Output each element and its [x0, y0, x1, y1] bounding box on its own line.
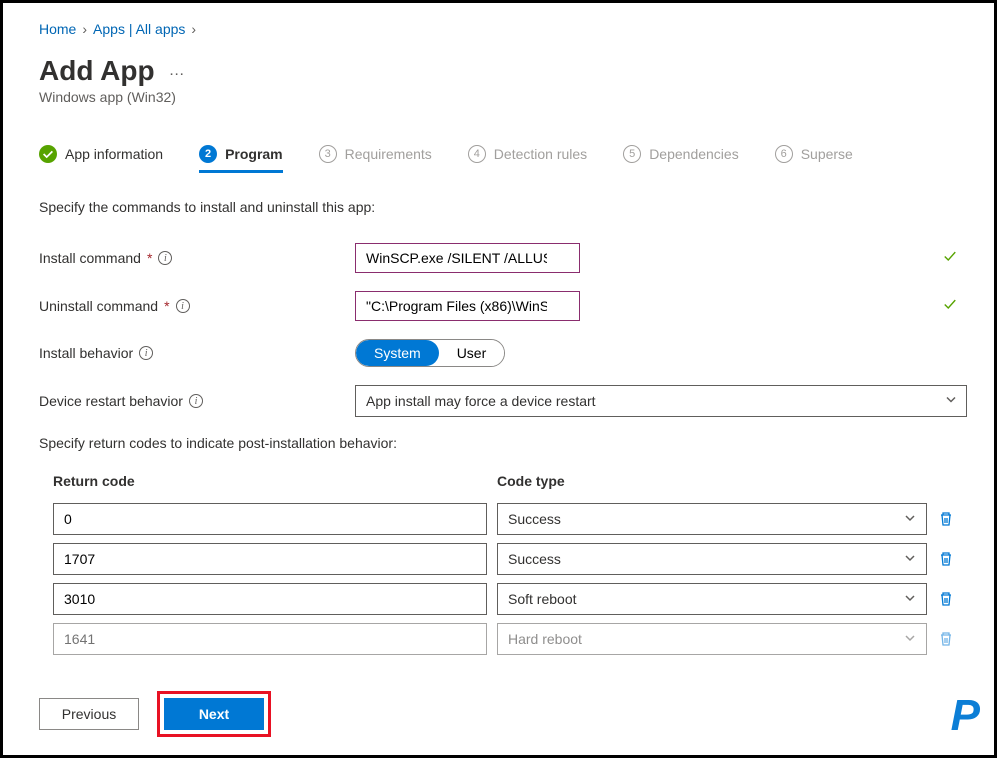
- tab-label: Detection rules: [494, 146, 587, 162]
- info-icon[interactable]: i: [189, 394, 203, 408]
- install-command-label: Install command: [39, 250, 141, 266]
- more-options-icon[interactable]: …: [169, 62, 185, 80]
- return-code-header: Return code: [53, 473, 497, 489]
- step-number-icon: 4: [468, 145, 486, 163]
- checkmark-icon: [943, 250, 957, 267]
- tab-label: App information: [65, 146, 163, 162]
- tab-label: Superse: [801, 146, 853, 162]
- return-code-row: Success: [39, 543, 994, 575]
- tab-label: Program: [225, 146, 283, 162]
- code-type-value: Success: [508, 551, 561, 567]
- uninstall-command-label: Uninstall command: [39, 298, 158, 314]
- code-type-select[interactable]: Success: [497, 503, 927, 535]
- install-command-input[interactable]: [355, 243, 580, 273]
- tab-program[interactable]: 2 Program: [199, 145, 283, 171]
- behavior-system-button[interactable]: System: [356, 340, 439, 366]
- code-type-select[interactable]: Success: [497, 543, 927, 575]
- code-type-value: Hard reboot: [508, 631, 582, 647]
- tab-label: Dependencies: [649, 146, 739, 162]
- return-codes-description: Specify return codes to indicate post-in…: [39, 435, 994, 451]
- breadcrumb-apps[interactable]: Apps | All apps: [93, 21, 185, 37]
- commands-description: Specify the commands to install and unin…: [39, 199, 994, 215]
- restart-behavior-select[interactable]: App install may force a device restart: [355, 385, 967, 417]
- chevron-down-icon: [904, 591, 916, 607]
- return-code-input[interactable]: [53, 503, 487, 535]
- install-behavior-toggle: System User: [355, 339, 505, 367]
- check-circle-icon: [39, 145, 57, 163]
- chevron-down-icon: [904, 511, 916, 527]
- install-behavior-label: Install behavior: [39, 345, 133, 361]
- wizard-footer: Previous Next: [39, 691, 271, 737]
- return-code-row: Soft reboot: [39, 583, 994, 615]
- chevron-down-icon: [904, 551, 916, 567]
- step-number-icon: 5: [623, 145, 641, 163]
- tab-label: Requirements: [345, 146, 432, 162]
- code-type-header: Code type: [497, 473, 565, 489]
- behavior-user-button[interactable]: User: [439, 340, 505, 366]
- tab-detection-rules[interactable]: 4 Detection rules: [468, 145, 587, 171]
- step-number-icon: 3: [319, 145, 337, 163]
- tab-dependencies[interactable]: 5 Dependencies: [623, 145, 739, 171]
- return-code-row: Success: [39, 503, 994, 535]
- tab-app-information[interactable]: App information: [39, 145, 163, 171]
- step-number-icon: 6: [775, 145, 793, 163]
- delete-row-icon[interactable]: [937, 591, 955, 607]
- breadcrumb-home[interactable]: Home: [39, 21, 76, 37]
- uninstall-command-input[interactable]: [355, 291, 580, 321]
- breadcrumb: Home › Apps | All apps ›: [39, 21, 994, 37]
- info-icon[interactable]: i: [139, 346, 153, 360]
- return-code-input[interactable]: [53, 623, 487, 655]
- next-button-highlight: Next: [157, 691, 271, 737]
- step-number-icon: 2: [199, 145, 217, 163]
- restart-behavior-value: App install may force a device restart: [366, 393, 596, 409]
- return-code-input[interactable]: [53, 543, 487, 575]
- chevron-right-icon: ›: [82, 21, 87, 37]
- brand-watermark-icon: P: [951, 691, 980, 741]
- return-code-input[interactable]: [53, 583, 487, 615]
- info-icon[interactable]: i: [158, 251, 172, 265]
- previous-button[interactable]: Previous: [39, 698, 139, 730]
- return-code-row: Hard reboot: [39, 623, 994, 655]
- required-asterisk: *: [147, 250, 152, 266]
- delete-row-icon[interactable]: [937, 631, 955, 647]
- next-button[interactable]: Next: [164, 698, 264, 730]
- code-type-select[interactable]: Soft reboot: [497, 583, 927, 615]
- required-asterisk: *: [164, 298, 169, 314]
- page-subtitle: Windows app (Win32): [39, 89, 994, 105]
- wizard-tabs: App information 2 Program 3 Requirements…: [39, 145, 994, 171]
- chevron-down-icon: [904, 631, 916, 647]
- delete-row-icon[interactable]: [937, 511, 955, 527]
- code-type-select[interactable]: Hard reboot: [497, 623, 927, 655]
- code-type-value: Success: [508, 511, 561, 527]
- delete-row-icon[interactable]: [937, 551, 955, 567]
- tab-requirements[interactable]: 3 Requirements: [319, 145, 432, 171]
- code-type-value: Soft reboot: [508, 591, 577, 607]
- tab-supersedence[interactable]: 6 Superse: [775, 145, 853, 171]
- checkmark-icon: [943, 298, 957, 315]
- chevron-right-icon: ›: [191, 21, 196, 37]
- restart-behavior-label: Device restart behavior: [39, 393, 183, 409]
- page-title: Add App: [39, 55, 155, 87]
- info-icon[interactable]: i: [176, 299, 190, 313]
